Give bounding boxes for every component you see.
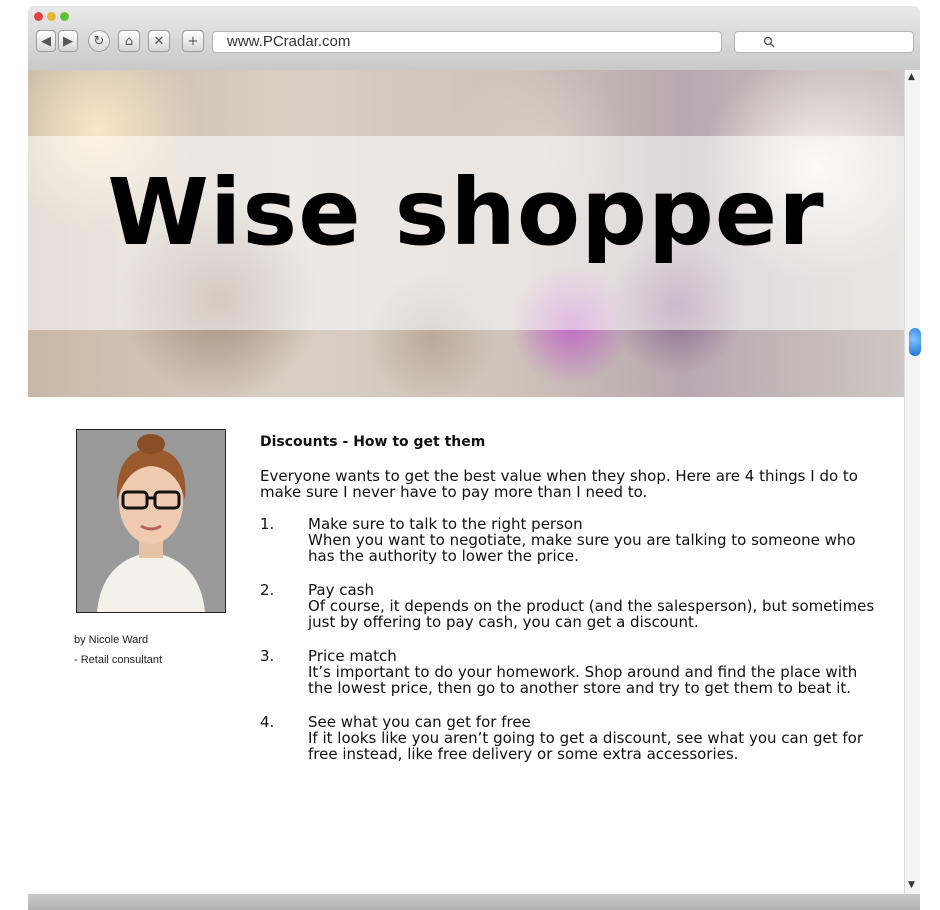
hero-banner: Wise shopper xyxy=(28,70,904,397)
search-field[interactable] xyxy=(734,31,914,53)
plus-icon: + xyxy=(187,33,199,49)
list-item-number: 1. xyxy=(260,515,275,533)
scroll-thumb[interactable] xyxy=(909,328,921,356)
browser-bottom-bar xyxy=(28,894,920,910)
reload-icon: ↻ xyxy=(93,33,105,49)
search-icon xyxy=(763,36,775,48)
list-item-title: Make sure to talk to the right person xyxy=(308,515,583,533)
browser-window: ◀ ▶ ↻ ⌂ ✕ + www.PCradar.com Wise shopper xyxy=(28,6,921,910)
tips-list: 1. Make sure to talk to the right person… xyxy=(260,516,880,762)
list-item: 2. Pay cash Of course, it depends on the… xyxy=(260,582,880,630)
list-item-number: 3. xyxy=(260,647,275,665)
new-tab-button[interactable]: + xyxy=(182,30,204,52)
article-intro: Everyone wants to get the best value whe… xyxy=(260,467,858,501)
list-item-title: See what you can get for free xyxy=(308,713,531,731)
author-portrait xyxy=(77,430,225,612)
reload-button[interactable]: ↻ xyxy=(88,30,110,52)
back-icon: ◀ xyxy=(41,33,51,49)
url-text: www.PCradar.com xyxy=(227,33,351,50)
forward-button[interactable]: ▶ xyxy=(58,30,78,52)
hero-title: Wise shopper xyxy=(107,159,825,266)
author-byline: by Nicole Ward - Retail consultant xyxy=(74,630,162,670)
close-window-icon[interactable] xyxy=(34,12,43,21)
list-item-body: It’s important to do your homework. Shop… xyxy=(308,663,858,697)
minimize-window-icon[interactable] xyxy=(47,12,56,21)
author-photo xyxy=(76,429,226,613)
list-item-body: When you want to negotiate, make sure yo… xyxy=(308,531,856,565)
list-item-title: Price match xyxy=(308,647,397,665)
list-item-number: 2. xyxy=(260,581,275,599)
browser-toolbar: ◀ ▶ ↻ ⌂ ✕ + www.PCradar.com xyxy=(28,6,920,70)
list-item-body: Of course, it depends on the product (an… xyxy=(308,597,875,631)
close-icon: ✕ xyxy=(153,33,165,49)
window-controls xyxy=(34,12,69,21)
stop-button[interactable]: ✕ xyxy=(148,30,170,52)
vertical-scrollbar[interactable]: ▲ ▼ xyxy=(904,70,921,894)
list-item: 1. Make sure to talk to the right person… xyxy=(260,516,880,564)
article: Discounts - How to get them Everyone wan… xyxy=(260,434,880,780)
list-item: 3. Price match It’s important to do your… xyxy=(260,648,880,696)
list-item: 4. See what you can get for free If it l… xyxy=(260,714,880,762)
maximize-window-icon[interactable] xyxy=(60,12,69,21)
page-content: Wise shopper by Nicole Ward - Retail con… xyxy=(28,70,904,894)
list-item-number: 4. xyxy=(260,713,275,731)
home-button[interactable]: ⌂ xyxy=(118,30,140,52)
address-bar[interactable]: www.PCradar.com xyxy=(212,31,722,53)
home-icon: ⌂ xyxy=(124,33,134,49)
list-item-title: Pay cash xyxy=(308,581,374,599)
scroll-up-arrow-icon[interactable]: ▲ xyxy=(908,72,915,82)
back-button[interactable]: ◀ xyxy=(36,30,56,52)
list-item-body: If it looks like you aren’t going to get… xyxy=(308,729,864,763)
author-name: by Nicole Ward xyxy=(74,634,149,646)
forward-icon: ▶ xyxy=(63,33,73,49)
author-role: - Retail consultant xyxy=(74,654,163,666)
article-heading: Discounts - How to get them xyxy=(260,434,486,450)
scroll-down-arrow-icon[interactable]: ▼ xyxy=(908,880,915,890)
